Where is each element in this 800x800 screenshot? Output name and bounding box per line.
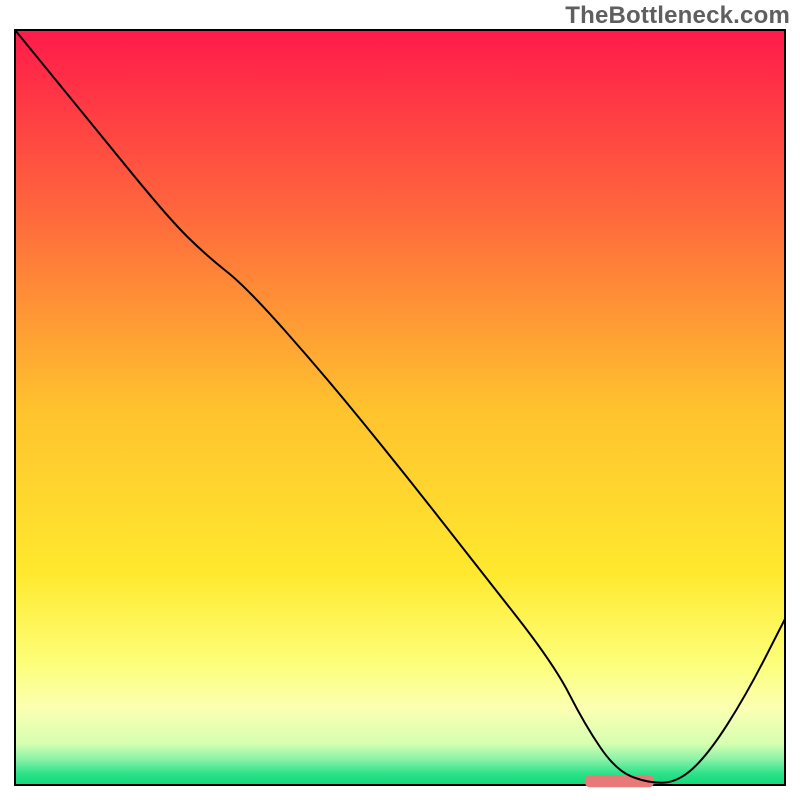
watermark-label: TheBottleneck.com [565,2,790,30]
bottleneck-chart: TheBottleneck.com [0,0,800,800]
chart-svg [0,0,800,800]
plot-background [15,30,785,785]
